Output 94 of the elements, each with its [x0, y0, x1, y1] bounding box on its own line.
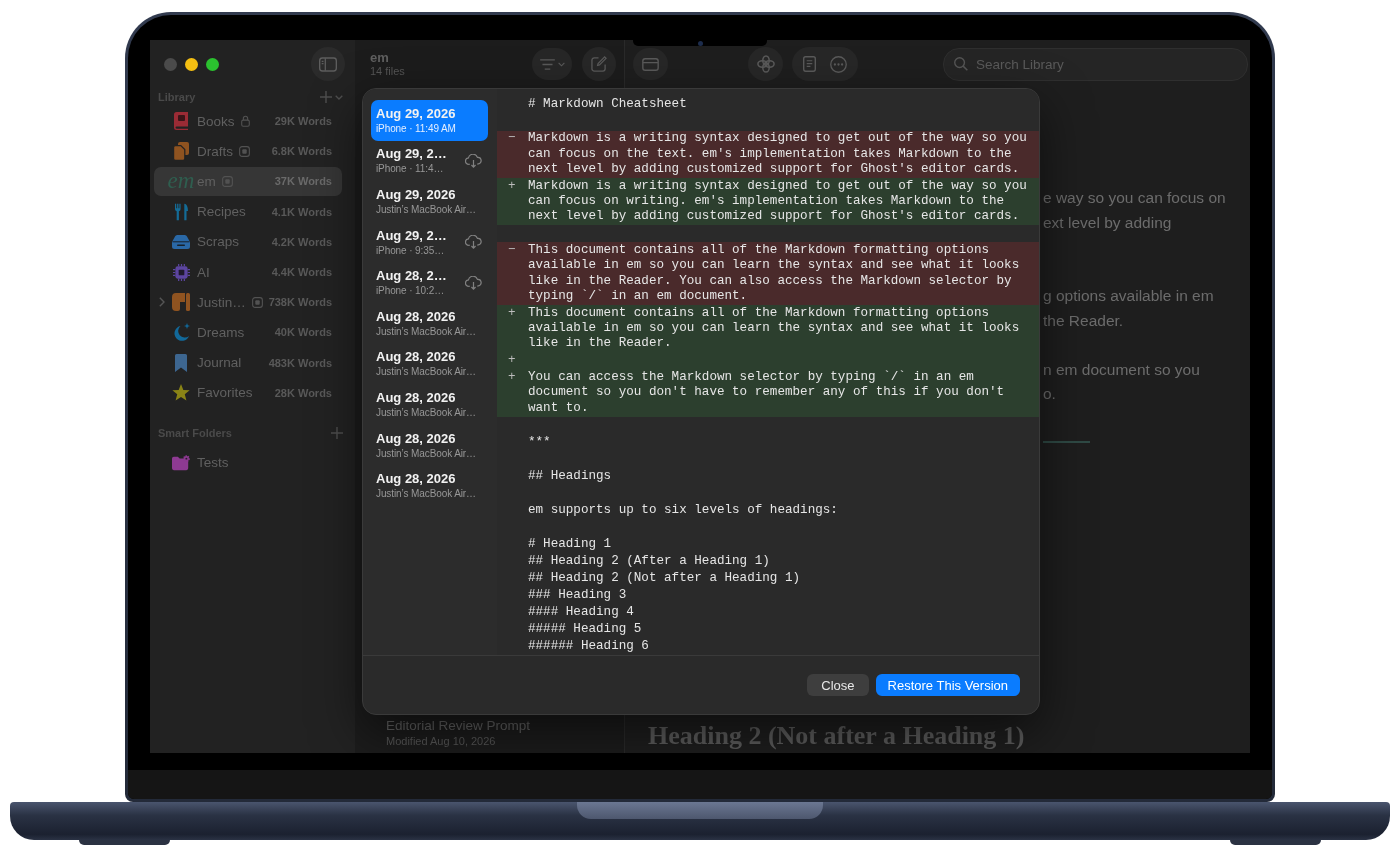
code-line: em supports up to six levels of headings:: [528, 502, 839, 518]
code-line: ##### Heading 5: [528, 621, 643, 637]
panel-button[interactable]: [633, 48, 668, 80]
diff-marker: −: [507, 131, 517, 148]
knot-button[interactable]: [748, 47, 783, 81]
knot-icon: [756, 55, 775, 73]
item-label: Recipes: [197, 204, 246, 220]
compose-icon: [591, 56, 607, 72]
secondary-button[interactable]: Close: [807, 674, 869, 696]
version-date: Aug 28, 2026: [376, 471, 457, 488]
code-line: This document contains all of the Markdown formatting options available in em so you can learn the syntax and see what it looks like in the Reader. You can also access the Markdown selector by typing `/` in an em document.: [528, 243, 1021, 304]
diff-marker: +: [507, 370, 517, 387]
code-line: # Heading 1: [528, 536, 613, 552]
code-line: ## Headings: [528, 468, 613, 484]
code-line: #### Heading 4: [528, 604, 635, 620]
add-button[interactable]: [320, 91, 343, 103]
add-button[interactable]: [331, 426, 343, 439]
document-icon: [803, 56, 816, 72]
version-device: Justin’s MacBook Air…: [376, 324, 477, 338]
code-line: Markdown is a writing syntax designed to get out of the way so you can focus on the text. em's implementation takes Markdown to the next level by adding customized support for Ghost's editor cards.: [528, 131, 1028, 177]
item-label: Justin…: [197, 294, 246, 310]
paragraph-fragment: n em document so you o.: [1043, 359, 1201, 404]
item-label: Favorites: [197, 385, 253, 401]
more-icon: [830, 55, 847, 73]
item-label: AI: [197, 264, 210, 280]
window-minimize-button[interactable]: [185, 57, 198, 71]
diff-marker: −: [507, 243, 517, 260]
version-date: Aug 29, 2026: [376, 105, 457, 122]
item-label: Journal: [197, 355, 242, 371]
paragraph-fragment: g options available in em the Reader.: [1043, 286, 1215, 331]
version-device: Justin’s MacBook Air…: [376, 365, 477, 379]
version-device: iPhone · 11:49 AM: [376, 121, 457, 135]
version-date: Aug 29, 2…: [376, 146, 448, 163]
item-label: Dreams: [197, 324, 245, 340]
search-icon: [954, 57, 968, 71]
code-line: # Markdown Cheatsheet: [528, 97, 688, 113]
code-line: This document contains all of the Markdown formatting options available in em so you can learn the syntax and see what it looks like in the Reader.: [528, 305, 1021, 352]
code-line: ## Heading 2 (After a Heading 1): [528, 553, 771, 569]
version-date: Aug 28, 2026: [376, 308, 457, 325]
version-device: iPhone · 11:4…: [376, 162, 445, 176]
version-item[interactable]: Aug 29, 2026 Justin’s MacBook Air…: [371, 181, 488, 222]
diff-marker: +: [507, 305, 517, 322]
diff-marker: +: [507, 353, 517, 369]
version-device: Justin’s MacBook Air…: [376, 405, 477, 419]
code-line: Markdown is a writing syntax designed to get out of the way so you can focus on writing. em's implementation takes Markdown to the next level by adding customized support for Ghost's editor cards.: [528, 178, 1028, 225]
code-line: ### Heading 3: [528, 587, 628, 603]
version-device: iPhone · 9:35…: [376, 243, 446, 257]
window-zoom-button[interactable]: [206, 57, 219, 71]
camera-icon: [697, 40, 703, 46]
item-label: Books: [197, 113, 235, 129]
version-device: Justin’s MacBook Air…: [376, 487, 477, 501]
version-item[interactable]: Aug 28, 2026 Justin’s MacBook Air…: [371, 384, 488, 425]
compose-button[interactable]: [582, 47, 616, 81]
version-date: Aug 28, 2026: [376, 389, 457, 406]
code-line: ## Heading 2 (Not after a Heading 1): [528, 570, 802, 586]
version-date: Aug 29, 2026: [376, 187, 457, 203]
version-device: Justin’s MacBook Air…: [376, 203, 477, 216]
diff-marker: +: [507, 178, 517, 195]
version-date: Aug 28, 2…: [376, 268, 448, 285]
folder-title: em: [370, 50, 390, 65]
window-close-button[interactable]: [164, 57, 177, 71]
version-device: Justin’s MacBook Air…: [376, 446, 477, 460]
item-label: Drafts: [197, 143, 233, 159]
version-device: iPhone · 10:2…: [376, 284, 446, 298]
sidebar-icon: [319, 56, 337, 72]
sidebar-item[interactable]: Tests: [154, 448, 342, 478]
sort-lines-icon: [539, 58, 555, 70]
plus-icon: [320, 91, 332, 103]
more-button[interactable]: [830, 55, 847, 73]
version-date: Aug 28, 2026: [376, 349, 457, 366]
chevron-down-icon: [557, 61, 565, 67]
version-item[interactable]: Aug 28, 2… iPhone · 10:2…: [371, 262, 488, 303]
chevron-down-icon: [335, 94, 343, 100]
version-date: Aug 29, 2…: [376, 227, 448, 244]
version-item[interactable]: Aug 28, 2026 Justin’s MacBook Air…: [371, 465, 488, 506]
version-item[interactable]: Aug 28, 2026 Justin’s MacBook Air…: [371, 302, 488, 344]
sort-button[interactable]: [532, 48, 572, 80]
plus-icon: [331, 426, 343, 439]
paragraph-fragment: e way so you can focus on ext level by adding: [1043, 188, 1227, 233]
version-item[interactable]: Aug 28, 2026 Justin’s MacBook Air…: [371, 424, 488, 466]
item-label: Tests: [197, 455, 229, 471]
primary-button[interactable]: Restore This Version: [875, 674, 1020, 696]
document-button[interactable]: [803, 56, 816, 72]
code-line: ***: [528, 434, 552, 450]
code-line: ###### Heading 6: [528, 638, 650, 654]
version-item[interactable]: Aug 29, 2… iPhone · 9:35…: [371, 221, 488, 263]
version-item[interactable]: Aug 29, 2026 iPhone · 11:49 AM: [371, 100, 488, 141]
version-item[interactable]: Aug 29, 2… iPhone · 11:4…: [371, 140, 488, 182]
sidebar-toggle-button[interactable]: [311, 47, 345, 81]
version-date: Aug 28, 2026: [376, 430, 457, 447]
code-line: You can access the Markdown selector by typing `/` in an em document so you don't have to remember any of this if you don't want to.: [528, 370, 1006, 416]
item-label: Scraps: [197, 234, 240, 250]
version-item[interactable]: Aug 28, 2026 Justin’s MacBook Air…: [371, 343, 488, 385]
panel-icon: [642, 57, 659, 71]
